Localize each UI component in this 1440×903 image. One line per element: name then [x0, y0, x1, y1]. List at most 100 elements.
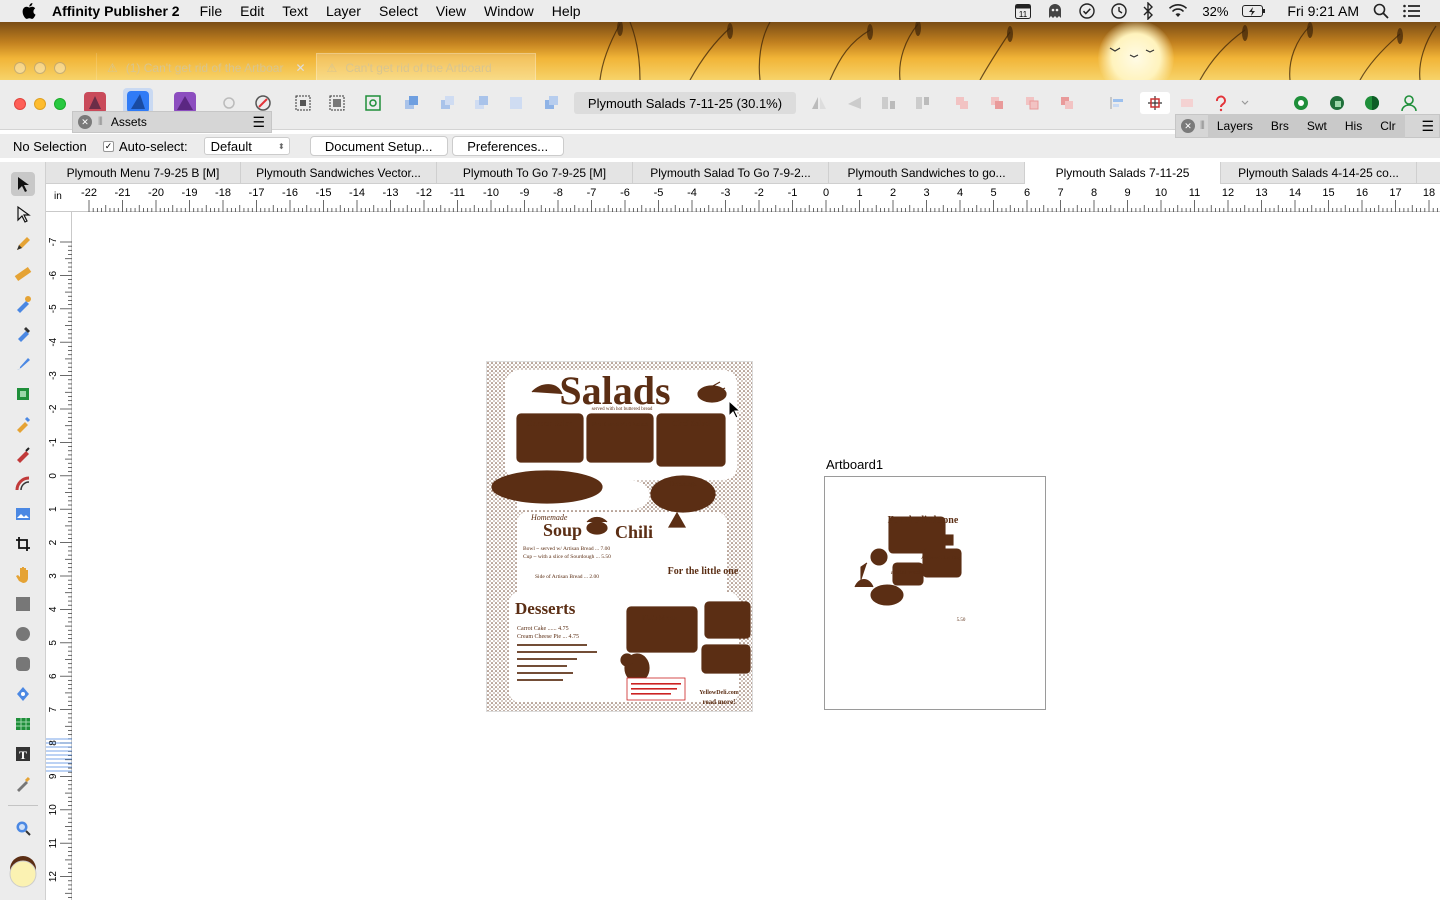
- background-tab-2[interactable]: ⚠ Can't get rid of the Artboard: [315, 53, 536, 80]
- user-account-icon[interactable]: [1398, 92, 1420, 114]
- list-icon[interactable]: [1403, 0, 1421, 22]
- menu-file[interactable]: File: [191, 0, 232, 22]
- bg-zoom[interactable]: [54, 62, 66, 74]
- ellipse-tool-icon[interactable]: [11, 622, 35, 646]
- menu-help[interactable]: Help: [543, 0, 590, 22]
- pen-tool-icon[interactable]: [11, 442, 35, 466]
- artboard[interactable]: For the little one a Mini waffle All Bee…: [824, 476, 1046, 710]
- transparency-tool-icon[interactable]: [11, 322, 35, 346]
- search-icon[interactable]: [1373, 0, 1389, 22]
- paint-brush-icon[interactable]: [11, 352, 35, 376]
- boolean-intersect-icon[interactable]: [1021, 92, 1043, 114]
- rotate-right-icon[interactable]: [911, 92, 933, 114]
- bluetooth-icon[interactable]: [1142, 0, 1154, 22]
- menu-text[interactable]: Text: [273, 0, 317, 22]
- frame-icon[interactable]: [362, 92, 384, 114]
- tab-document[interactable]: Plymouth Sandwiches Vector...: [241, 162, 437, 184]
- node-tool-icon[interactable]: [11, 202, 35, 226]
- tab-document[interactable]: Plymouth Salad To Go 7-9-2...: [633, 162, 829, 184]
- apple-icon[interactable]: [20, 3, 38, 19]
- hand-tool-icon[interactable]: [11, 562, 35, 586]
- bring-front-icon[interactable]: [470, 92, 492, 114]
- tab-document[interactable]: Plymouth Sandwiches to go...: [829, 162, 1025, 184]
- send-back-icon[interactable]: [505, 92, 527, 114]
- boolean-subtract-icon[interactable]: [986, 92, 1008, 114]
- horizontal-ruler[interactable]: in -22 -21 -20 -19 -18 -17 -16 -15 -14 -13 -12 -11-…: [46, 184, 1440, 212]
- picture-frame-icon[interactable]: [11, 502, 35, 526]
- tab-history[interactable]: His: [1335, 114, 1372, 138]
- drag-handle-icon[interactable]: ⦀: [98, 116, 103, 129]
- arrange-forward-icon[interactable]: [400, 92, 422, 114]
- vector-brush-icon[interactable]: [11, 412, 35, 436]
- transform-origin-icon[interactable]: [1140, 92, 1170, 114]
- menu-page[interactable]: Salads served with hot buttered bread Ga…: [486, 361, 753, 712]
- tab-brushes[interactable]: Brs: [1261, 114, 1298, 138]
- tab-color[interactable]: Clr: [1371, 114, 1405, 138]
- tab-document[interactable]: Plymouth Salads 4-14-25 co...: [1221, 162, 1417, 184]
- studio-panel[interactable]: ✕ ⦀ Layers Brs Swt His Clr ☰: [1175, 114, 1440, 138]
- auto-select-dropdown[interactable]: Default ⬍: [203, 137, 290, 155]
- wifi-icon[interactable]: [1168, 0, 1188, 22]
- zoom-tool-icon[interactable]: [11, 816, 35, 840]
- studio-link-icon[interactable]: [1326, 92, 1348, 114]
- window-minimize-button[interactable]: [34, 98, 46, 110]
- pencil-tool-icon[interactable]: [11, 232, 35, 256]
- menu-window[interactable]: Window: [475, 0, 543, 22]
- panel-menu-icon[interactable]: ☰: [1421, 118, 1434, 135]
- preferences-button[interactable]: Preferences...: [451, 136, 564, 156]
- distribute-icon[interactable]: [1176, 92, 1198, 114]
- battery-icon[interactable]: [1242, 0, 1266, 22]
- artistic-text-icon[interactable]: [11, 472, 35, 496]
- layer-stack-icon[interactable]: [540, 92, 562, 114]
- menu-edit[interactable]: Edit: [231, 0, 273, 22]
- boolean-xor-icon[interactable]: [1056, 92, 1078, 114]
- color-sync-icon[interactable]: [1361, 92, 1383, 114]
- frame-text-icon[interactable]: [11, 382, 35, 406]
- window-zoom-button[interactable]: [54, 98, 66, 110]
- document-title[interactable]: Plymouth Salads 7-11-25 (30.1%): [574, 92, 796, 114]
- tab-document-active[interactable]: Plymouth Salads 7-11-25: [1025, 162, 1221, 184]
- crop-tool-icon[interactable]: [11, 532, 35, 556]
- assets-panel[interactable]: ✕ ⦀ Assets ☰: [72, 111, 272, 133]
- artboard-label[interactable]: Artboard1: [826, 457, 883, 472]
- document-setup-button[interactable]: Document Setup...: [309, 136, 448, 156]
- close-icon[interactable]: ✕: [1181, 119, 1195, 133]
- assistant-icon[interactable]: [1290, 92, 1312, 114]
- chevron-down-icon[interactable]: [1239, 92, 1251, 114]
- bg-close[interactable]: [14, 62, 26, 74]
- calendar-icon[interactable]: 11: [1014, 0, 1032, 22]
- background-tab-1[interactable]: ⚠ (1) Can't get rid of the Artboar ✕: [96, 53, 316, 80]
- vertical-ruler[interactable]: -7 -6 -5 -4 -3 -2 -1 0 1 2 3 4 5 6 7 8 9 10 11 12: [46, 212, 72, 900]
- boolean-add-icon[interactable]: [951, 92, 973, 114]
- close-icon[interactable]: ✕: [295, 61, 305, 75]
- arrange-back-icon[interactable]: [436, 92, 458, 114]
- ghost-icon[interactable]: [1046, 0, 1064, 22]
- measure-tool-icon[interactable]: [11, 262, 35, 286]
- rotate-left-icon[interactable]: [877, 92, 899, 114]
- help-link-icon[interactable]: [1210, 92, 1232, 114]
- flip-horizontal-icon[interactable]: [808, 92, 830, 114]
- checkmark-circle-icon[interactable]: [1078, 0, 1096, 22]
- grid-icon[interactable]: [292, 92, 314, 114]
- color-picker-icon[interactable]: [11, 772, 35, 796]
- fill-tool-icon[interactable]: [11, 292, 35, 316]
- baseline-grid-icon[interactable]: [326, 92, 348, 114]
- time-machine-icon[interactable]: [1110, 0, 1128, 22]
- panel-menu-icon[interactable]: ☰: [252, 114, 265, 131]
- drag-handle-icon[interactable]: ⦀: [1200, 120, 1205, 133]
- table-tool-icon[interactable]: [11, 712, 35, 736]
- auto-select-checkbox[interactable]: ✓: [103, 140, 114, 152]
- menu-layer[interactable]: Layer: [317, 0, 370, 22]
- rectangle-tool-icon[interactable]: [11, 592, 35, 616]
- app-menu[interactable]: Affinity Publisher 2: [48, 0, 191, 22]
- menu-select[interactable]: Select: [370, 0, 427, 22]
- text-tool-icon[interactable]: T: [11, 742, 35, 766]
- bg-minimize[interactable]: [34, 62, 46, 74]
- close-icon[interactable]: ✕: [78, 115, 92, 129]
- canvas[interactable]: [72, 212, 1440, 900]
- node-pen-icon[interactable]: [11, 682, 35, 706]
- align-icon[interactable]: [1106, 92, 1128, 114]
- flip-vertical-icon[interactable]: [843, 92, 865, 114]
- tab-layers[interactable]: Layers: [1207, 114, 1262, 138]
- rounded-rectangle-icon[interactable]: [11, 652, 35, 676]
